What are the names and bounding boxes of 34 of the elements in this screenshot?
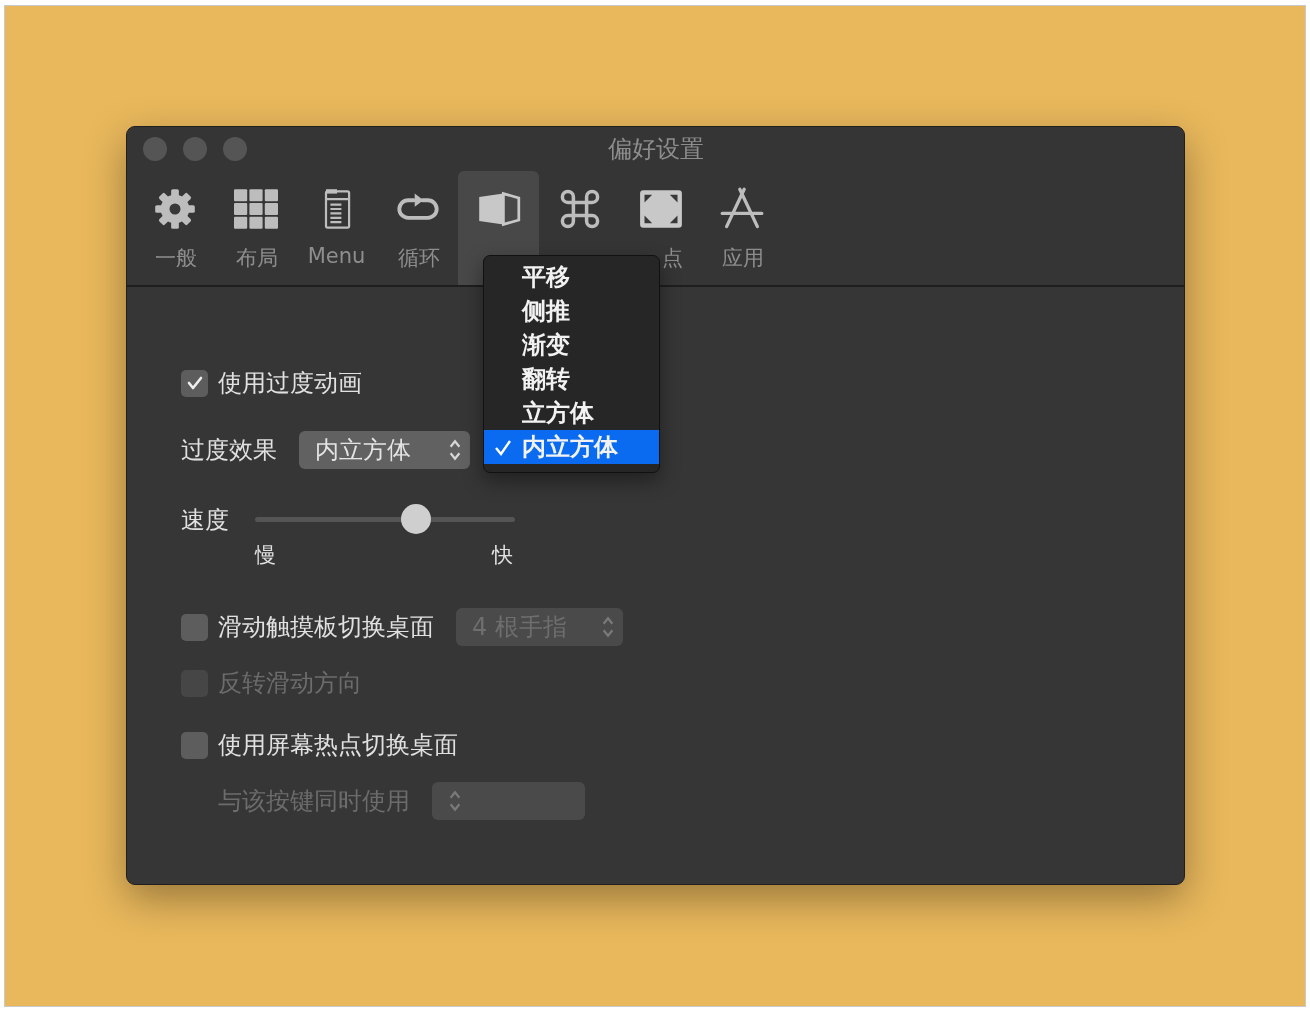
checkbox-label: 使用过度动画 bbox=[218, 368, 362, 399]
gear-icon bbox=[152, 187, 197, 231]
app-store-icon bbox=[719, 187, 764, 231]
toolbar-tab[interactable]: 应用 bbox=[701, 171, 782, 272]
checkbox-label: 使用屏幕热点切换桌面 bbox=[218, 730, 458, 761]
slider-thumb[interactable] bbox=[401, 504, 432, 534]
toolbar-tab[interactable]: Menu bbox=[296, 171, 377, 268]
toolbar-tab[interactable]: 布局 bbox=[215, 171, 296, 272]
slider-max-label: 快 bbox=[492, 542, 513, 569]
menu-item[interactable]: 侧推 bbox=[484, 294, 659, 328]
checkbox[interactable] bbox=[181, 731, 208, 759]
checkbox[interactable] bbox=[181, 613, 208, 641]
up-down-chevron-icon bbox=[601, 615, 615, 639]
menu-item[interactable]: 渐变 bbox=[484, 328, 659, 362]
field-label: 过度效果 bbox=[181, 435, 277, 466]
menu-item[interactable]: 立方体 bbox=[484, 396, 659, 430]
toolbar-tab[interactable]: 循环 bbox=[377, 171, 458, 272]
effect-popup[interactable]: 内立方体 bbox=[299, 431, 470, 469]
screen-corners-icon bbox=[638, 187, 683, 231]
window-title: 偏好设置 bbox=[607, 134, 704, 165]
toolbar-tab[interactable]: 一般 bbox=[134, 171, 215, 272]
minimize-button[interactable] bbox=[183, 137, 207, 161]
menu-item[interactable]: 内立方体 bbox=[484, 430, 659, 464]
zoom-button[interactable] bbox=[223, 137, 247, 161]
grid-icon bbox=[233, 187, 278, 231]
slider-min-label: 慢 bbox=[255, 542, 276, 569]
speed-slider[interactable] bbox=[255, 504, 515, 534]
up-down-chevron-icon bbox=[448, 789, 462, 813]
checkbox-label: 滑动触摸板切换桌面 bbox=[218, 612, 434, 643]
up-down-chevron-icon bbox=[448, 438, 462, 462]
checkbox[interactable] bbox=[181, 369, 208, 397]
slider-label: 速度 bbox=[181, 505, 229, 536]
menu-item[interactable]: 翻转 bbox=[484, 362, 659, 396]
close-button[interactable] bbox=[143, 137, 167, 161]
